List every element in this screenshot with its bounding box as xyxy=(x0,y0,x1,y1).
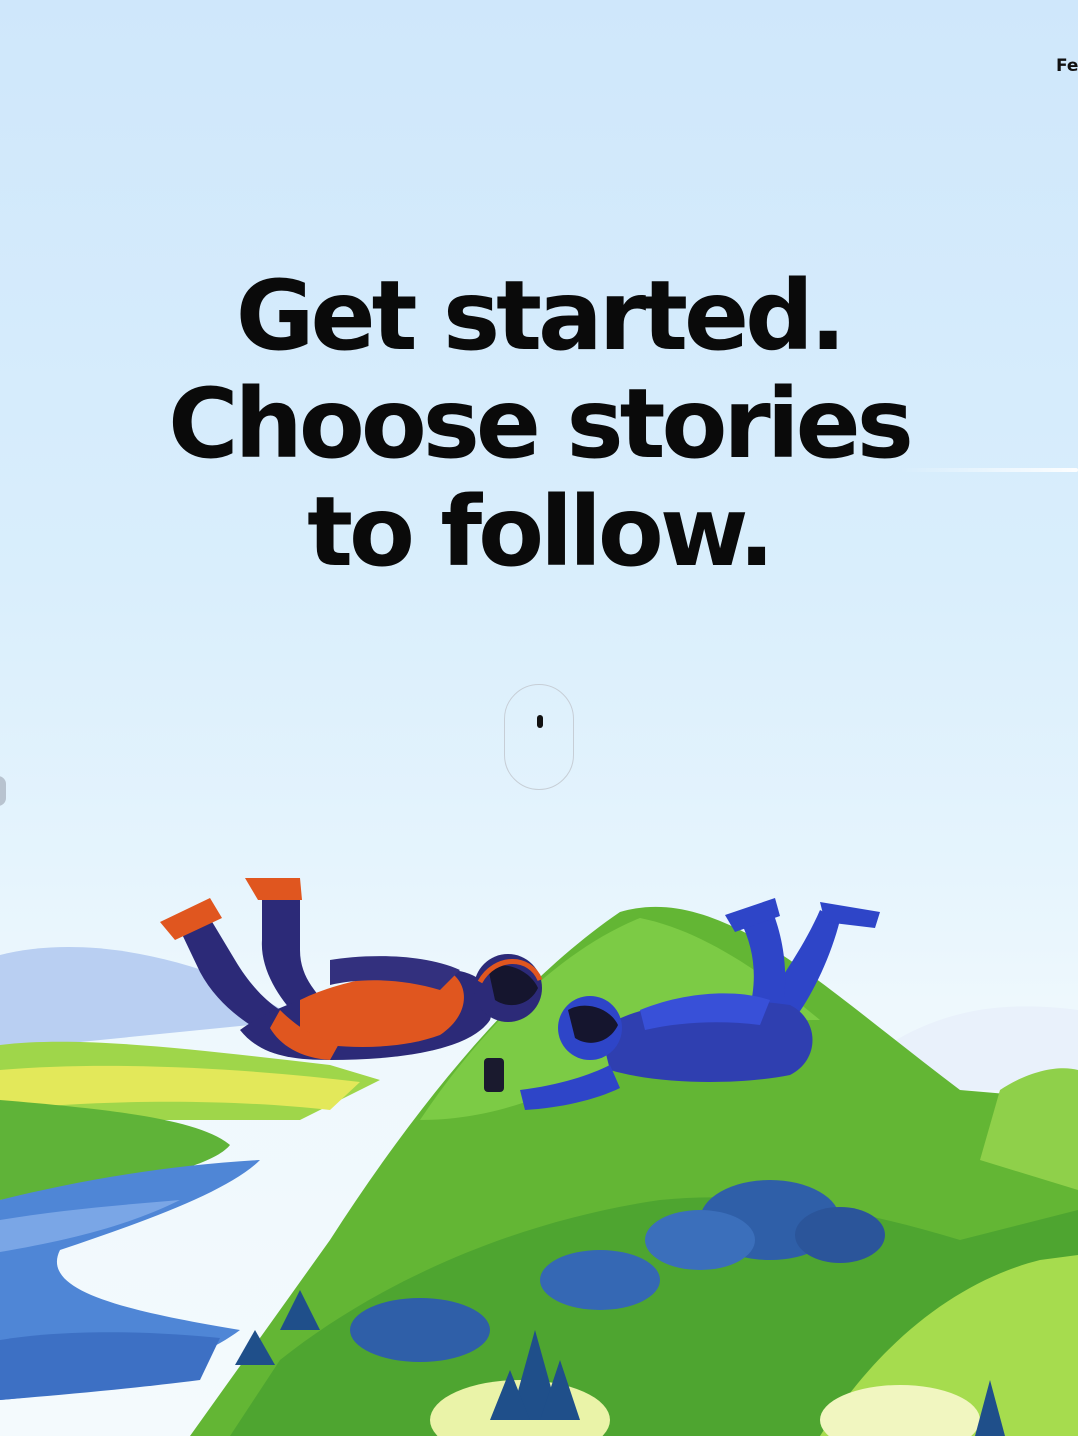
scroll-wheel-dot xyxy=(537,715,543,728)
mouse-scroll-icon[interactable] xyxy=(504,684,574,790)
side-handle[interactable] xyxy=(0,776,6,806)
skydiver-orange-icon xyxy=(160,878,543,1060)
phone-icon xyxy=(484,1058,504,1092)
page-title-line-3: to follow. xyxy=(307,476,775,588)
nav-link-truncated[interactable]: Fe xyxy=(1056,56,1078,76)
page-title-line-1: Get started. xyxy=(235,260,847,372)
lake-icon xyxy=(0,1160,260,1400)
page-title: Get started. Choose stories to follow. xyxy=(0,262,1078,586)
page-title-line-2: Choose stories xyxy=(168,368,914,480)
skydivers-over-hills-illustration xyxy=(0,878,1078,1436)
